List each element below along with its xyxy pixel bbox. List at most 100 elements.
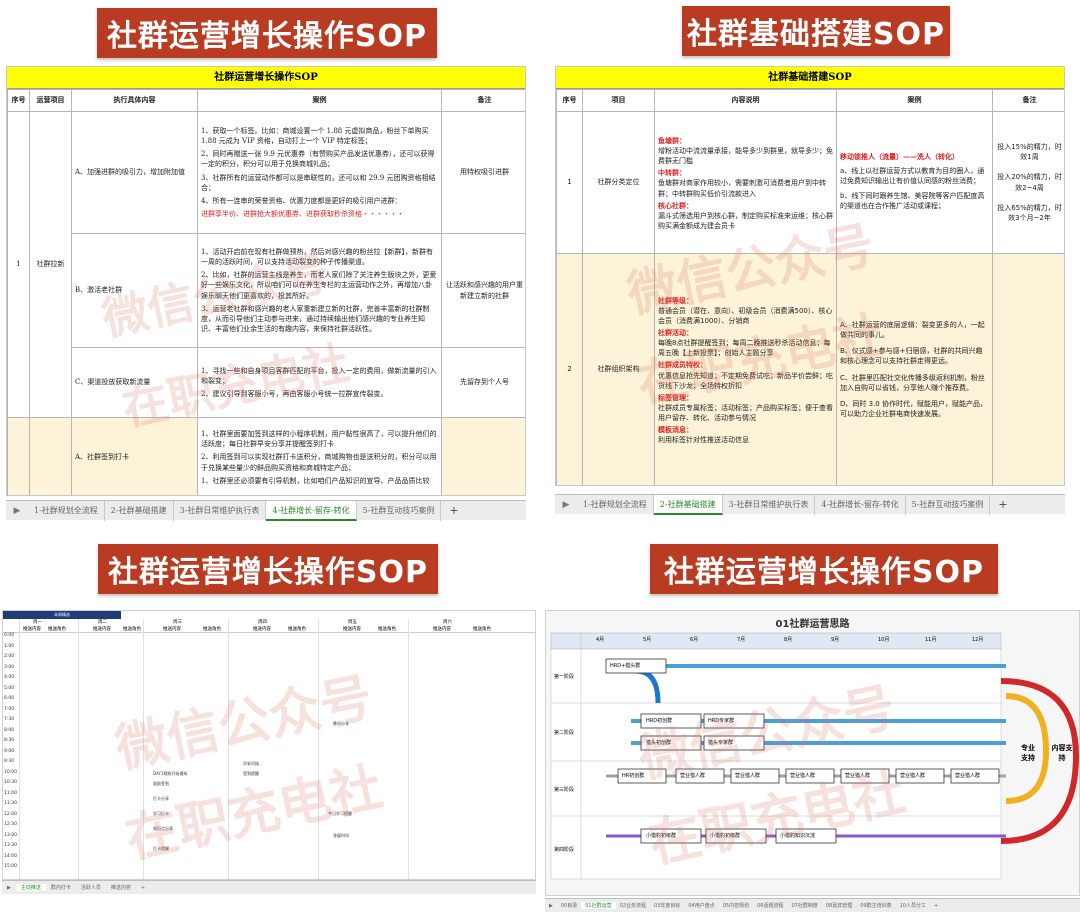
sheet-tab[interactable]: 2-社群基础搭建	[105, 500, 174, 521]
banner-title: 社群基础搭建SOP	[682, 6, 950, 56]
play-icon[interactable]: ▶	[2, 885, 16, 891]
sheet-tab[interactable]: 06话题流程	[753, 902, 787, 909]
sheet-tab[interactable]: 10人员分工	[896, 902, 930, 909]
group-box[interactable]: HRD初创群	[646, 717, 672, 724]
case-line: 2、比如，社群的运营主线是养生，而老人家们除了关注养生版块之外，更爱好一些娱乐文…	[201, 271, 437, 300]
case-line: D、同时 3.0 协作时代，赋能用户，赋能产品，可以助力企业社群电商快速发展。	[840, 399, 987, 418]
sheet-tab-active[interactable]: 01社群运营	[581, 902, 616, 909]
sheet-tab[interactable]: 00目录	[557, 902, 581, 909]
sheet-tab[interactable]: 04用户盘点	[684, 902, 718, 909]
time-label: 6:00	[4, 696, 15, 701]
case-line: 4、所有一连串的荣誉资格、优惠力度都是更好的吸引用户进群：	[201, 196, 402, 205]
play-icon[interactable]: ▶	[555, 500, 577, 510]
phase-label: 第一阶段	[554, 674, 575, 680]
sheet-tab[interactable]: 推送内容	[106, 884, 136, 891]
schedule-entry[interactable]: DAY1预热开始通知	[153, 771, 187, 777]
seq-cell: 1	[556, 111, 583, 254]
table-row[interactable]: 1 社群拉新 A、加强进群的吸引力，增加附加值 1、获取一个标签。比如：商城设置…	[7, 111, 525, 418]
month-label: 10月	[878, 637, 890, 643]
panel-ops-roadmap: 社群运营增长操作SOP 01社群运营思路 4月 5月 6月 7月 8月 9月 1…	[545, 530, 1080, 914]
schedule-entry[interactable]: 打卡分享	[153, 796, 169, 802]
schedule-entry[interactable]: 今日学习提醒	[328, 811, 352, 817]
sheet-tab[interactable]: 5-社群互动技巧案例	[906, 494, 991, 515]
group-box[interactable]: 猎头初创群	[646, 739, 671, 746]
time-label: 15:00	[4, 864, 17, 869]
group-box[interactable]: 营业猎人群	[900, 772, 925, 779]
schedule-entry[interactable]: 早安问候	[243, 761, 259, 767]
play-icon[interactable]: ▶	[545, 903, 557, 909]
sheet-tab[interactable]: 07社群制度	[787, 902, 821, 909]
schedule-entry[interactable]: 签到提醒	[243, 771, 259, 777]
sheet-tab[interactable]: 3-社群日常维护执行表	[174, 500, 267, 521]
sheet-tab-active[interactable]: 4-社群增长-留存-转化	[266, 500, 357, 521]
sheet-tab[interactable]: 4-社群增长-留存-转化	[815, 494, 906, 515]
group-box[interactable]: HRD+猎头群	[610, 662, 640, 669]
sheet-tab[interactable]: 03年度目标	[650, 902, 684, 909]
sheet-tab[interactable]: 1-社群规划全流程	[28, 500, 105, 521]
group-box[interactable]: 营业猎人群	[955, 772, 980, 779]
panel-basic-setup-sop: 社群基础搭建SOP 社群基础搭建SOP 序号 项目 内容说明 案例 备注 1 社…	[545, 0, 1080, 525]
seq-cell: 1	[7, 111, 30, 418]
schedule-entry[interactable]: 打卡提醒	[153, 846, 169, 852]
case-line: 3、社群所有的运营动作都可以是串联性的，还可以和 29.9 元团购资格相结合；	[201, 173, 436, 192]
group-box[interactable]: 营业猎人群	[790, 772, 815, 779]
item-label: 社群活动：	[658, 328, 693, 337]
sheet-tab[interactable]: 09群主培训表	[856, 902, 895, 909]
spreadsheet[interactable]: 社群基础搭建SOP 序号 项目 内容说明 案例 备注 1 社群分类定位 鱼塘群：…	[555, 66, 1065, 486]
project-cell	[29, 417, 72, 495]
group-box[interactable]: 小猎豹知识沉淀	[780, 832, 815, 839]
schedule-entry[interactable]: 晚间分享	[333, 721, 349, 727]
case-line: 1、寻找一些和自身项目客群匹配的平台，投入一定的费用，做新流量的引入和裂变；	[201, 366, 437, 385]
group-box[interactable]: 营业猎人群	[680, 772, 705, 779]
group-box[interactable]: 小猎豹初级群	[646, 832, 676, 839]
schedule-entry[interactable]: 鼓励签到	[153, 781, 169, 787]
group-box[interactable]: 营业猎人群	[845, 772, 870, 779]
sheet-tab[interactable]: 1-社群规划全流程	[577, 494, 654, 515]
sheet-tab[interactable]: 05内容规划	[719, 902, 753, 909]
content-cell: A、社群签到打卡	[71, 417, 198, 495]
roadmap-diagram[interactable]: 01社群运营思路 4月 5月 6月 7月 8月 9月 10月 11月 12月 第…	[545, 610, 1080, 896]
schedule-sheet[interactable]: 本周精选 周一 周二 周三 周四 周五 周六 推送内容 推送角色 推送内容 推送…	[2, 610, 536, 880]
note-cell: 投入15%的精力，时效1周 投入20%的精力，时效2~4周 投入65%的精力，时…	[992, 111, 1064, 254]
case-cell: 1、社群里面要加签到这样的小程序机制，用户黏性很高了，可以提升他们的活跃度；每日…	[197, 417, 442, 495]
schedule-entry[interactable]: 学习打卡	[153, 811, 169, 817]
item-text: 鱼塘群对商家作用较小，需要刺激可消费者用户到中转群；中转群购买低价引流款进入	[658, 179, 826, 198]
spreadsheet[interactable]: 社群运营增长操作SOP 序号 运营项目 执行具体内容 案例 备注 1 社群拉新 …	[6, 66, 526, 496]
add-sheet-icon[interactable]: +	[930, 903, 942, 909]
sheet-tab[interactable]: 活跃人员	[76, 884, 106, 891]
sheet-tab-active[interactable]: 主动推送	[15, 884, 46, 891]
case-line: 2、利用签到可以实现社群打卡送积分，商城购物也是送积分的，积分可以用于兑换某些量…	[201, 453, 437, 472]
col-header: 备注	[441, 89, 525, 112]
item-label: 社群成员特权：	[658, 361, 707, 370]
sheet-tab-active[interactable]: 2-社群基础搭建	[653, 494, 723, 515]
time-label: 0:00	[4, 633, 15, 638]
add-sheet-icon[interactable]: +	[990, 498, 1015, 511]
play-icon[interactable]: ▶	[6, 506, 28, 516]
item-text: 增粉活动中流流量承接，能导多少到群里，就导多少；免费群无门槛	[658, 147, 833, 166]
schedule-entry[interactable]: 知识点分享	[153, 826, 173, 832]
col-header: 备注	[992, 89, 1064, 112]
note-cell: 让活跃和感兴趣的用户重新建立新的社群	[441, 233, 525, 348]
sheet-tab[interactable]: 3-社群日常维护执行表	[723, 494, 816, 515]
sheet-tab[interactable]: 02业务流程	[616, 902, 650, 909]
schedule-entry[interactable]: 答疑时间	[333, 833, 349, 839]
group-box[interactable]: HRD专家群	[708, 717, 734, 724]
table-row[interactable]: 2 社群组织架构 社群等级： 普通会员（潜在、意向）、初级会员（消费满500）、…	[556, 253, 1064, 485]
table-row[interactable]: C、渠道投放获取新流量 1、寻找一些和自身项目客群匹配的平台，投入一定的费用，做…	[8, 347, 525, 418]
group-box[interactable]: 营业猎人群	[735, 772, 760, 779]
sheet-tab[interactable]: 5-社群互动技巧案例	[357, 500, 442, 521]
group-box[interactable]: HR初创群	[622, 772, 644, 779]
add-sheet-icon[interactable]: +	[441, 504, 466, 517]
add-sheet-icon[interactable]: +	[136, 885, 150, 891]
content-cell: C、渠道投放获取新流量	[71, 347, 198, 418]
sheet-tab[interactable]: 群内打卡	[46, 884, 76, 891]
sheet-tab[interactable]: 08嘉宾管理	[822, 902, 856, 909]
col-header: 内容说明	[654, 89, 837, 112]
table-row[interactable]: B、激活老社群 1、活动开启前在现有社群做预热，然后对感兴趣的粉丝拉【新群】，新…	[8, 233, 525, 348]
group-box[interactable]: 小猎豹初级群	[710, 832, 740, 839]
table-row[interactable]: A、社群签到打卡 1、社群里面要加签到这样的小程序机制，用户黏性很高了，可以提升…	[7, 417, 525, 495]
month-label: 8月	[784, 637, 793, 643]
table-row[interactable]: 1 社群分类定位 鱼塘群： 增粉活动中流流量承接，能导多少到群里，就导多少；免费…	[556, 111, 1064, 254]
group-box[interactable]: 猎头专家群	[708, 739, 733, 746]
time-label: 2:00	[4, 654, 15, 659]
